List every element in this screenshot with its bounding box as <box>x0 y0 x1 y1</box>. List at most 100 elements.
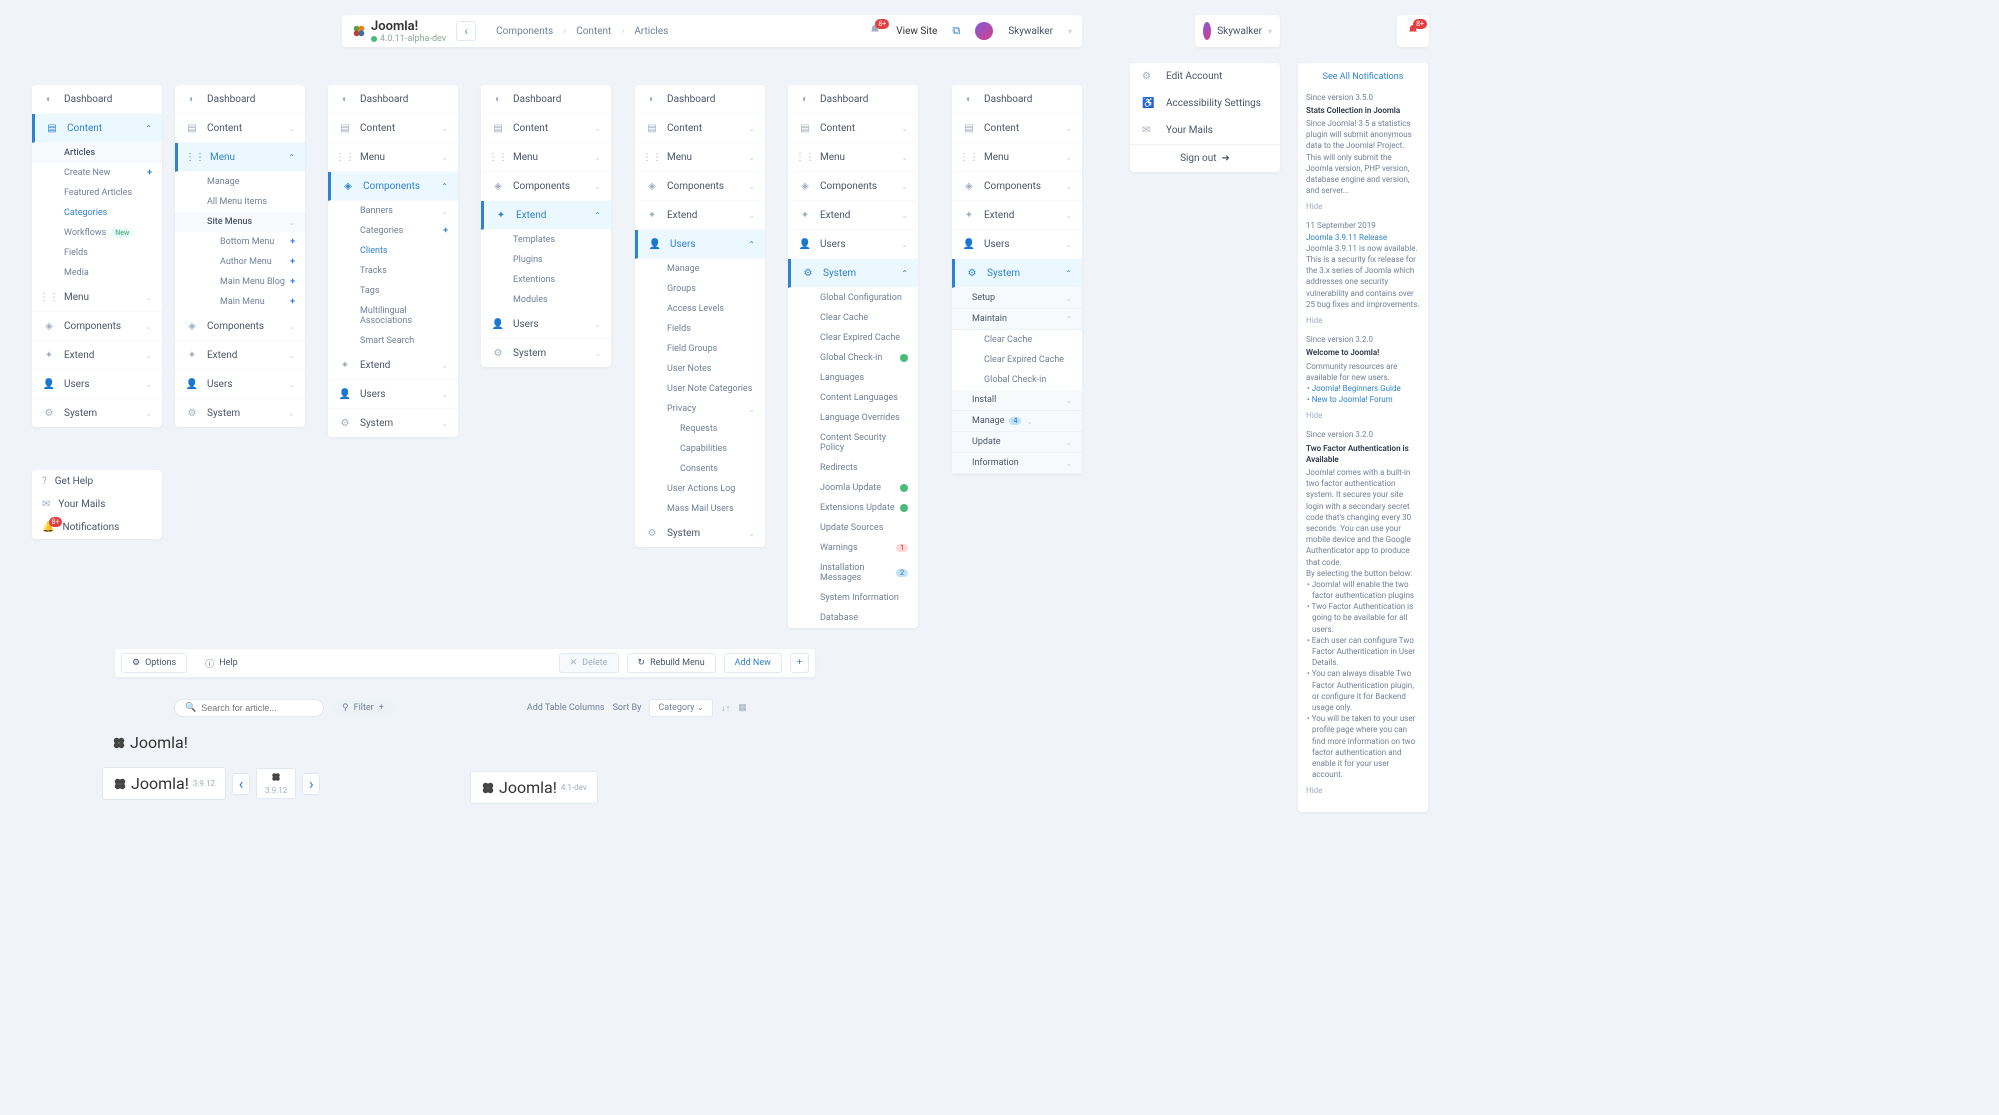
sub-content-langs[interactable]: Content Languages <box>788 388 918 408</box>
nav-content[interactable]: ▤Content⌄ <box>788 114 918 143</box>
sub-manage[interactable]: Manage <box>175 172 305 192</box>
nav-extend[interactable]: ✦Extend⌄ <box>32 341 162 370</box>
section-maintain[interactable]: Maintain⌃ <box>952 309 1082 330</box>
see-all-link[interactable]: See All Notifications <box>1306 71 1420 84</box>
sub-banners[interactable]: Banners⌄ <box>328 201 458 221</box>
prev-button[interactable]: ‹ <box>232 773 250 795</box>
notifications-link[interactable]: 🔔8+ Notifications <box>32 516 162 539</box>
sub-site-menus[interactable]: Site Menus⌄ <box>175 212 305 232</box>
get-help-link[interactable]: ?Get Help <box>32 470 162 493</box>
search-input[interactable]: 🔍 <box>174 699 324 717</box>
sub-checkin[interactable]: Global Check-in <box>952 370 1082 390</box>
nav-components[interactable]: ◈Components⌄ <box>952 172 1082 201</box>
sub-blog-menu[interactable]: Main Menu Blog+ <box>175 272 305 292</box>
nav-components[interactable]: ◈Components⌄ <box>788 172 918 201</box>
hide-link[interactable]: Hide <box>1306 315 1420 326</box>
sub-categories[interactable]: Categories <box>32 203 162 223</box>
nav-menu[interactable]: ⋮⋮Menu⌄ <box>481 143 611 172</box>
sub-consents[interactable]: Consents <box>635 459 765 479</box>
nav-dashboard[interactable]: ◐Dashboard <box>635 85 765 114</box>
nav-dashboard[interactable]: ◐Dashboard <box>481 85 611 114</box>
notifications-button[interactable]: 8+ <box>1397 15 1429 47</box>
beginners-guide-link[interactable]: • Joomla! Beginners Guide <box>1306 383 1420 394</box>
sub-clear-expired[interactable]: Clear Expired Cache <box>788 328 918 348</box>
nav-components[interactable]: ◈Components⌄ <box>32 312 162 341</box>
nav-components[interactable]: ◈Components⌃ <box>328 172 458 201</box>
accessibility-settings[interactable]: ♿Accessibility Settings <box>1130 90 1280 117</box>
nav-users[interactable]: 👤Users⌄ <box>481 310 611 339</box>
sub-categories[interactable]: Categories+ <box>328 221 458 241</box>
nav-users[interactable]: 👤Users⌃ <box>635 230 765 259</box>
nav-menu[interactable]: ⋮⋮Menu⌄ <box>952 143 1082 172</box>
sort-select[interactable]: Category ⌄ <box>649 699 713 717</box>
user-name[interactable]: Skywalker <box>1008 26 1053 37</box>
nav-content[interactable]: ▤Content⌄ <box>328 114 458 143</box>
sub-groups[interactable]: Groups <box>635 279 765 299</box>
sub-manage[interactable]: Manage <box>635 259 765 279</box>
nav-system[interactable]: ⚙System⌃ <box>788 259 918 288</box>
rebuild-button[interactable]: ↻Rebuild Menu <box>627 653 716 673</box>
nav-system[interactable]: ⚙System⌃ <box>952 259 1082 288</box>
nav-content[interactable]: ▤Content⌄ <box>175 114 305 143</box>
nav-menu[interactable]: ⋮⋮Menu⌄ <box>788 143 918 172</box>
nav-dashboard[interactable]: ◐Dashboard <box>175 85 305 114</box>
nav-menu[interactable]: ⋮⋮Menu⌃ <box>175 143 305 172</box>
hide-link[interactable]: Hide <box>1306 785 1420 796</box>
sub-fields[interactable]: Fields <box>635 319 765 339</box>
nav-components[interactable]: ◈Components⌄ <box>481 172 611 201</box>
sub-ext-update[interactable]: Extensions Update <box>788 498 918 518</box>
sub-database[interactable]: Database <box>788 608 918 628</box>
nav-content[interactable]: ▤Content⌃ <box>32 114 162 143</box>
nav-dashboard[interactable]: ◐Dashboard <box>788 85 918 114</box>
nav-content[interactable]: ▤Content⌄ <box>635 114 765 143</box>
sub-mass-mail[interactable]: Mass Mail Users <box>635 499 765 519</box>
sub-checkin[interactable]: Global Check-in <box>788 348 918 368</box>
nav-system[interactable]: ⚙System⌄ <box>175 399 305 427</box>
sub-smart-search[interactable]: Smart Search <box>328 331 458 351</box>
sub-all-items[interactable]: All Menu Items <box>175 192 305 212</box>
sub-lang-overrides[interactable]: Language Overrides <box>788 408 918 428</box>
crumb-components[interactable]: Components <box>496 26 553 37</box>
nav-system[interactable]: ⚙System⌄ <box>328 409 458 437</box>
nav-users[interactable]: 👤Users⌄ <box>328 380 458 409</box>
sub-redirects[interactable]: Redirects <box>788 458 918 478</box>
edit-account[interactable]: ⚙Edit Account <box>1130 63 1280 90</box>
nav-extend[interactable]: ✦Extend⌄ <box>788 201 918 230</box>
sub-fields[interactable]: Fields <box>32 243 162 263</box>
collapse-button[interactable]: ‹ <box>456 21 476 41</box>
nav-components[interactable]: ◈Components⌄ <box>635 172 765 201</box>
nav-users[interactable]: 👤Users⌄ <box>32 370 162 399</box>
view-site-link[interactable]: View Site <box>896 26 937 37</box>
sub-templates[interactable]: Templates <box>481 230 611 250</box>
sub-plugins[interactable]: Plugins <box>481 250 611 270</box>
nav-dashboard[interactable]: ◐Dashboard <box>952 85 1082 114</box>
section-information[interactable]: Information⌄ <box>952 453 1082 474</box>
crumb-articles[interactable]: Articles <box>634 26 668 37</box>
sub-install-messages[interactable]: Installation Messages2 <box>788 558 918 588</box>
nav-extend[interactable]: ✦Extend⌄ <box>635 201 765 230</box>
sub-joomla-update[interactable]: Joomla Update <box>788 478 918 498</box>
section-install[interactable]: Install⌄ <box>952 390 1082 411</box>
sub-capabilities[interactable]: Capabilities <box>635 439 765 459</box>
add-new-plus-button[interactable]: + <box>790 653 809 673</box>
nav-extend[interactable]: ✦Extend⌃ <box>481 201 611 230</box>
sub-clear-cache[interactable]: Clear Cache <box>952 330 1082 350</box>
options-button[interactable]: ⚙Options <box>121 653 187 673</box>
delete-button[interactable]: ✕Delete <box>559 653 619 673</box>
sort-asc-icon[interactable]: ↓↑ <box>721 703 730 714</box>
add-columns-link[interactable]: Add Table Columns <box>527 703 605 713</box>
sub-create-new[interactable]: Create New+ <box>32 163 162 183</box>
grid-icon[interactable]: ▦ <box>738 703 747 713</box>
sub-clients[interactable]: Clients <box>328 241 458 261</box>
nav-extend[interactable]: ✦Extend⌄ <box>952 201 1082 230</box>
sub-csp[interactable]: Content Security Policy <box>788 428 918 458</box>
crumb-content[interactable]: Content <box>576 26 611 37</box>
nav-menu[interactable]: ⋮⋮Menu⌄ <box>32 283 162 312</box>
sign-out-button[interactable]: Sign out➜ <box>1130 144 1280 172</box>
sub-extensions[interactable]: Extentions <box>481 270 611 290</box>
sub-articles[interactable]: Articles <box>32 143 162 163</box>
release-link[interactable]: Joomla 3.9.11 Release <box>1306 232 1420 243</box>
your-mails-link[interactable]: ✉Your Mails <box>32 493 162 516</box>
filter-button[interactable]: ⚲Filter+ <box>332 700 394 716</box>
sub-clear-cache[interactable]: Clear Cache <box>788 308 918 328</box>
